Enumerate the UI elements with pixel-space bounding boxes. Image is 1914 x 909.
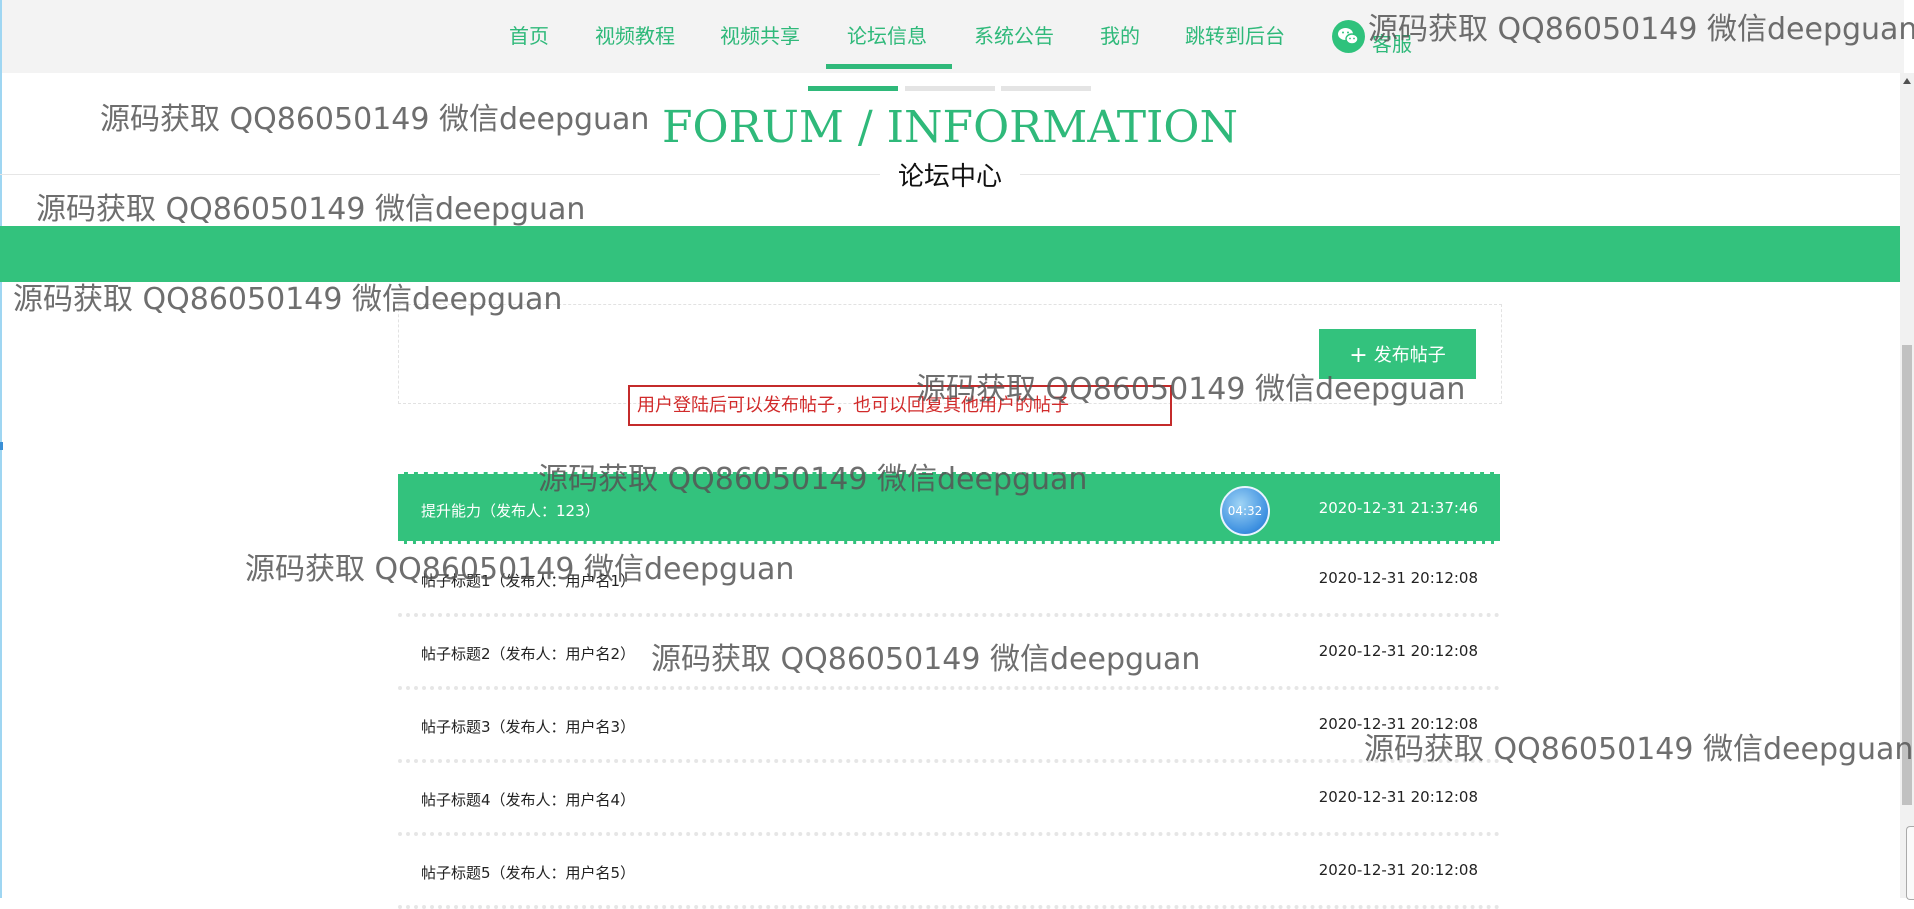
- top-nav: 首页 视频教程 视频共享 论坛信息 系统公告 我的 跳转到后台 客服: [2, 0, 1904, 73]
- post-title: 提升能力（发布人：123）: [421, 502, 600, 520]
- wechat-icon[interactable]: [1332, 20, 1365, 53]
- plus-icon: +: [1349, 342, 1368, 368]
- window-edge-mark: [0, 442, 3, 450]
- customer-service-label[interactable]: 客服: [1372, 28, 1412, 57]
- post-title: 帖子标题3（发布人：用户名3）: [421, 718, 636, 736]
- nav-announcements[interactable]: 系统公告: [974, 0, 1054, 73]
- post-row[interactable]: 帖子标题2（发布人：用户名2） 2020-12-31 20:12:08: [398, 617, 1500, 690]
- section-title-en: FORUM / INFORMATION: [662, 102, 1238, 153]
- post-time: 2020-12-31 20:12:08: [1318, 569, 1478, 587]
- post-time: 2020-12-31 21:37:46: [1318, 499, 1478, 517]
- nav-home[interactable]: 首页: [509, 0, 549, 73]
- nav-mine[interactable]: 我的: [1100, 0, 1140, 73]
- nav-active-indicator: [826, 64, 952, 69]
- notice-box: 用户登陆后可以发布帖子，也可以回复其他用户的帖子: [628, 385, 1172, 426]
- clock-widget: 04:32: [1220, 486, 1270, 536]
- post-row[interactable]: 帖子标题3（发布人：用户名3） 2020-12-31 20:12:08: [398, 690, 1500, 763]
- scroll-up-icon[interactable]: [1903, 78, 1911, 84]
- post-row[interactable]: 帖子标题1（发布人：用户名1） 2020-12-31 20:12:08: [398, 544, 1500, 617]
- section-title-cn: 论坛中心: [880, 156, 1020, 193]
- nav-video-tutorials[interactable]: 视频教程: [595, 0, 675, 73]
- post-time: 2020-12-31 20:12:08: [1318, 642, 1478, 660]
- post-row[interactable]: 提升能力（发布人：123） 04:32 2020-12-31 21:37:46: [398, 472, 1500, 544]
- slide-indicator-1[interactable]: [808, 86, 898, 91]
- nav-video-sharing[interactable]: 视频共享: [720, 0, 800, 73]
- post-title: 帖子标题4（发布人：用户名4）: [421, 791, 636, 809]
- scrollbar-thumb[interactable]: [1902, 345, 1912, 805]
- green-banner: [0, 226, 1900, 282]
- nav-admin[interactable]: 跳转到后台: [1185, 0, 1285, 73]
- publish-post-label: 发布帖子: [1373, 344, 1446, 366]
- publish-post-button[interactable]: + 发布帖子: [1319, 329, 1476, 379]
- nav-forum[interactable]: 论坛信息: [847, 0, 927, 73]
- post-time: 2020-12-31 20:12:08: [1318, 861, 1478, 879]
- slide-indicator-3[interactable]: [1001, 86, 1091, 91]
- post-row[interactable]: 帖子标题5（发布人：用户名5） 2020-12-31 20:12:08: [398, 836, 1500, 909]
- post-row[interactable]: 帖子标题4（发布人：用户名4） 2020-12-31 20:12:08: [398, 763, 1500, 836]
- post-title: 帖子标题5（发布人：用户名5）: [421, 864, 636, 882]
- watermark: 源码获取 QQ86050149 微信deepguan: [36, 192, 586, 227]
- post-title: 帖子标题2（发布人：用户名2）: [421, 645, 636, 663]
- post-time: 2020-12-31 20:12:08: [1318, 788, 1478, 806]
- post-list: 提升能力（发布人：123） 04:32 2020-12-31 21:37:46 …: [398, 472, 1500, 909]
- side-tab[interactable]: [1906, 826, 1914, 900]
- post-time: 2020-12-31 20:12:08: [1318, 715, 1478, 733]
- slide-indicator-2[interactable]: [905, 86, 995, 91]
- post-title: 帖子标题1（发布人：用户名1）: [421, 572, 636, 590]
